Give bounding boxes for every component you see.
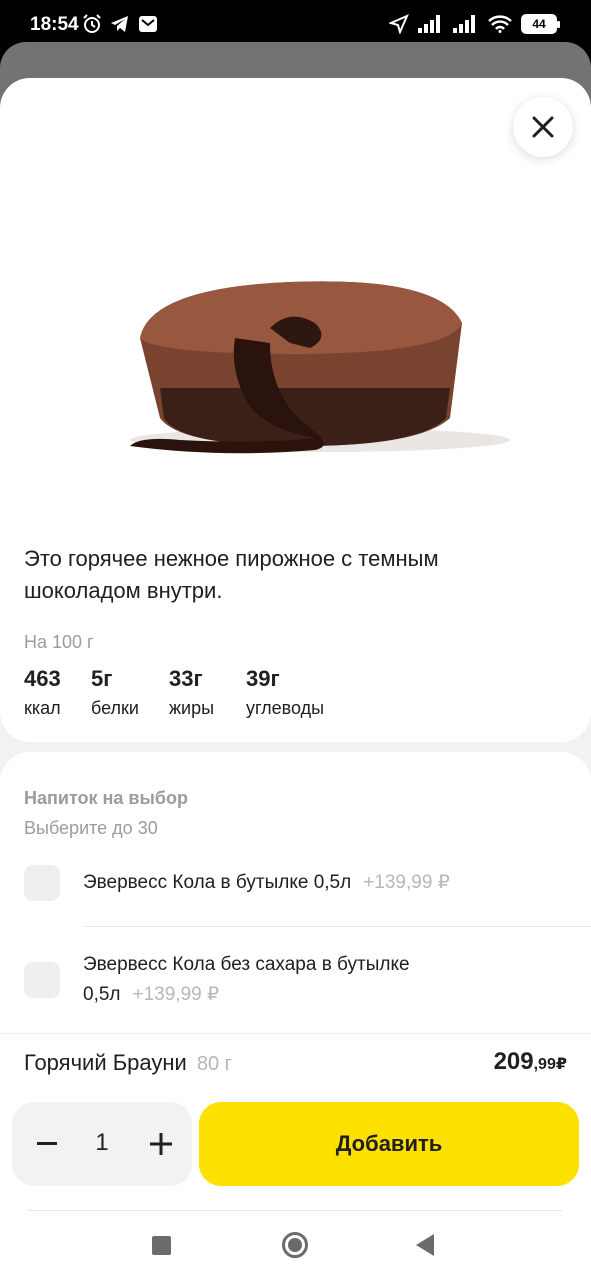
product-image [130,281,510,454]
status-left-icons [82,14,158,34]
close-button[interactable] [513,97,573,157]
nutrition-kcal: 463 ккал [24,666,61,718]
minus-icon [37,1142,57,1145]
plus-button[interactable] [136,1119,186,1169]
option-cola-zero[interactable]: Эвервесс Кола без сахара в бутылке 0,5л +… [83,950,410,1010]
battery-indicator: 44 [521,14,560,34]
option-divider [83,926,591,927]
option-checkbox-cola-zero[interactable] [24,962,60,998]
product-price: 209,99₽ [493,1048,567,1075]
order-bar: Горячий Брауни 80 г 209,99₽ 1 Добавить [0,1033,591,1218]
close-icon [532,116,554,138]
options-title: Напиток на выбор [24,788,188,808]
add-button[interactable]: Добавить [199,1102,579,1186]
back-icon[interactable] [416,1234,434,1256]
nutrition-carbs: 39г углеводы [246,666,325,718]
options-subtitle: Выберите до 30 [24,818,158,838]
mail-icon [139,16,157,32]
home-icon[interactable] [282,1232,308,1258]
nutrition-protein: 5г белки [91,666,139,718]
system-nav-bar [0,1210,591,1280]
option-checkbox-cola[interactable] [24,865,60,901]
signal-icon [418,15,440,33]
status-right-icons: 44 [389,14,560,34]
minus-button[interactable] [22,1119,72,1169]
nutrition-per-label: На 100 г [24,632,94,652]
signal-icon-2 [453,15,475,33]
option-price: +139,99 ₽ [132,984,220,1005]
plus-icon [150,1133,172,1155]
product-weight: 80 г [196,1053,232,1075]
location-icon [389,14,409,34]
option-cola[interactable]: Эвервесс Кола в бутылке 0,5л +139,99 ₽ [83,868,450,898]
wifi-icon [488,15,512,33]
option-label-volume: 0,5л [83,984,121,1005]
alarm-icon [83,14,101,33]
recents-icon[interactable] [152,1236,171,1255]
quantity-value: 1 [95,1129,109,1156]
option-label: Эвервесс Кола в бутылке 0,5л [83,872,352,893]
telegram-icon [111,16,128,32]
nav-divider [28,1210,563,1211]
product-name: Горячий Брауни [24,1050,187,1075]
option-price: +139,99 ₽ [363,872,450,893]
nutrition-fat: 33г жиры [169,666,215,718]
product-description: Это горячее нежное пирожное с темным шок… [24,546,439,603]
quantity-stepper: 1 [12,1102,192,1186]
status-time: 18:54 [30,14,79,35]
product-name-row: Горячий Брауни 80 г [24,1050,232,1076]
product-info-card: Это горячее нежное пирожное с темным шок… [0,78,591,742]
option-label: Эвервесс Кола без сахара в бутылке [83,954,410,975]
